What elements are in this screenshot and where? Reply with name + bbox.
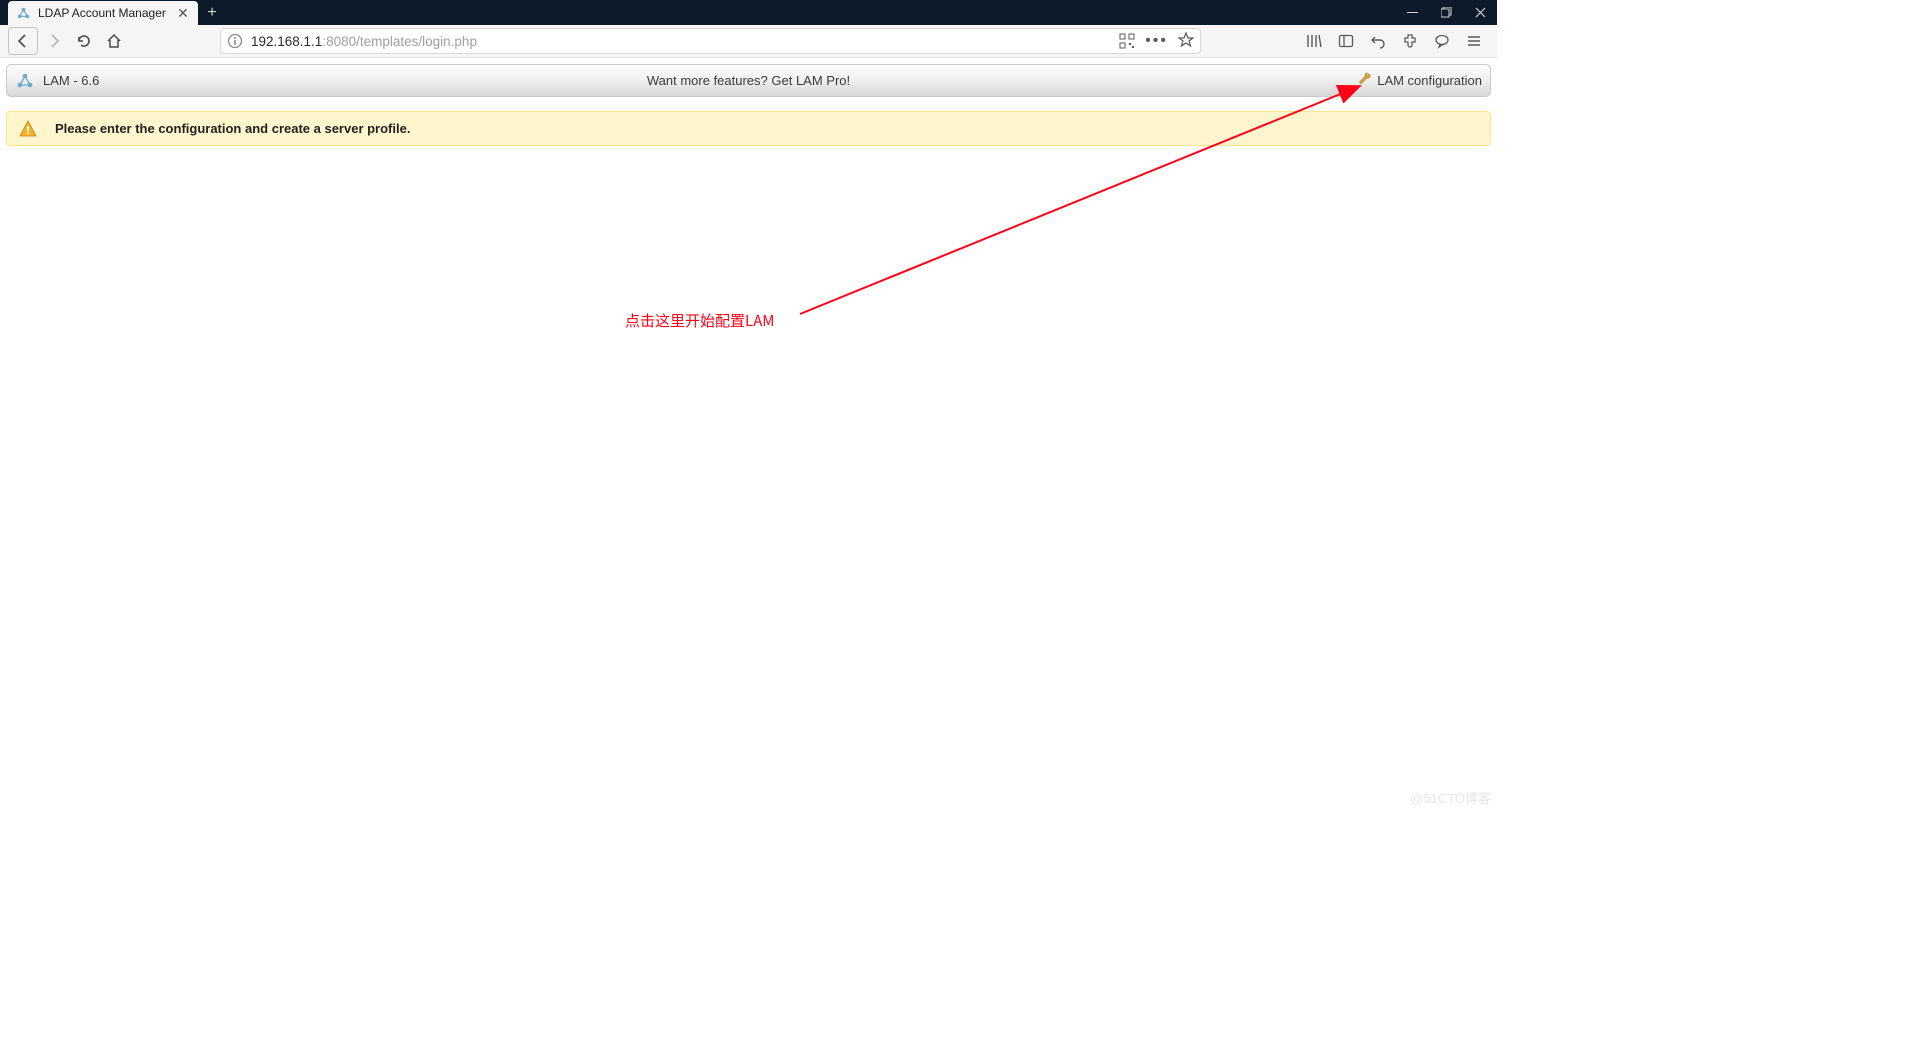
annotation-arrow [0,0,1497,811]
watermark: @51CTO博客 [1410,788,1491,807]
